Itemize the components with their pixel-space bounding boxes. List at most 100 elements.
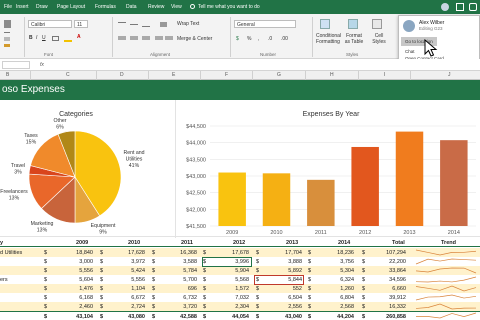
comma-style-button[interactable]: , [258,36,259,42]
column-header-h[interactable]: H [330,72,334,78]
bar-2014[interactable] [440,140,468,226]
tab-file[interactable]: File [4,4,12,10]
table-cell[interactable]: 3,588 [183,259,197,265]
table-cell[interactable]: 1,104 [131,286,145,292]
tab-data[interactable]: Data [126,4,137,10]
table-row[interactable]: d Utilities $18,840 $17,628 $16,368 $17,678 $… [0,248,480,257]
table-cell[interactable]: 5,556 [131,277,145,283]
table-cell[interactable]: 6,324 [340,277,354,283]
underline-button[interactable]: U [42,35,46,41]
copy-icon[interactable] [4,37,10,41]
table-cell[interactable]: 1,260 [340,286,354,292]
align-middle-icon[interactable] [130,24,138,25]
table-cell[interactable]: 5,784 [183,268,197,274]
italic-button[interactable]: I [36,35,37,41]
formula-bar[interactable]: fx [0,59,480,71]
table-cell[interactable]: 34,596 [389,277,406,283]
table-cell[interactable]: 17,628 [128,250,145,256]
column-header-j[interactable]: J [448,72,451,78]
table-cell[interactable]: 5,700 [183,277,197,283]
bold-button[interactable]: B [29,35,33,41]
table-cell[interactable]: 33,864 [389,268,406,274]
decrease-indent-icon[interactable] [155,36,163,40]
align-top-icon[interactable] [118,22,126,23]
table-row[interactable]: $2,460 $2,724 $3,720 $2,304 $2,556 $2,568 $16,… [0,302,480,311]
table-cell[interactable]: 6,672 [131,295,145,301]
fill-color-icon[interactable] [64,40,72,42]
table-cell[interactable]: 3,756 [340,259,354,265]
tab-review[interactable]: Review [148,4,164,10]
table-cell[interactable]: 5,424 [131,268,145,274]
table-cell[interactable]: 42,588 [180,314,197,320]
table-cell[interactable]: 44,054 [232,314,249,320]
table-cell[interactable]: 22,200 [389,259,406,265]
table-cell[interactable]: 2,724 [131,304,145,310]
decrease-decimal-button[interactable]: .00 [281,36,288,42]
cell-styles-button[interactable]: Cell Styles [368,33,390,45]
table-cell[interactable]: 3,888 [288,259,302,265]
table-total-row[interactable]: $43,104 $43,080 $42,588 $44,054 $43,040 $44,2… [0,311,480,320]
table-cell[interactable]: 43,080 [128,314,145,320]
align-right-icon[interactable] [142,36,150,40]
column-header-d[interactable]: D [120,72,124,78]
format-as-table-icon[interactable] [348,19,358,29]
align-bottom-icon[interactable] [142,26,150,27]
format-painter-icon[interactable] [4,44,10,47]
cell-styles-icon[interactable] [372,19,382,29]
table-cell[interactable]: 6,660 [392,286,406,292]
table-cell[interactable]: 17,704 [285,250,302,256]
user-avatar-icon[interactable] [441,3,449,11]
table-cell[interactable]: 1,476 [79,286,93,292]
table-cell[interactable]: 6,804 [340,295,354,301]
paste-icon[interactable] [4,20,11,28]
number-format-box[interactable]: General [234,20,296,28]
table-cell[interactable]: 5,556 [79,268,93,274]
table-row[interactable]: $1,476 $1,104 $696 $1,572 $552 $1,260 $6,660 [0,284,480,293]
table-cell[interactable]: 3,720 [183,304,197,310]
borders-icon[interactable] [52,36,59,41]
table-cell[interactable]: 5,304 [340,268,354,274]
conditional-formatting-icon[interactable] [320,19,330,29]
table-cell[interactable]: 43,104 [76,314,93,320]
table-cell[interactable]: 6,168 [79,295,93,301]
table-cell[interactable]: 6,504 [288,295,302,301]
wrap-text-button[interactable]: Wrap Text [177,21,199,27]
tab-insert[interactable]: Insert [16,4,29,10]
table-cell[interactable]: 18,840 [76,250,93,256]
table-row[interactable]: $6,168 $6,672 $6,732 $7,032 $6,504 $6,804 $39,… [0,293,480,302]
percent-style-button[interactable]: % [247,36,251,42]
comments-icon[interactable] [469,3,477,11]
format-as-table-button[interactable]: Format as Table [344,33,364,45]
table-cell[interactable]: 18,236 [337,250,354,256]
table-cell[interactable]: 3,972 [131,259,145,265]
table-cell[interactable]: 39,912 [389,295,406,301]
table-cell[interactable]: 7,032 [235,295,249,301]
tell-me-box[interactable]: Tell me what you want to do [190,4,260,10]
table-row[interactable]: $5,556 $5,424 $5,784 $5,904 $5,892 $5,304 $33,… [0,266,480,275]
orientation-icon[interactable] [160,22,167,27]
table-row[interactable]: ers $5,604 $5,556 $5,700 $5,568 $5,844 $6,324 $… [0,275,480,284]
font-color-button[interactable]: A [77,34,81,40]
font-size-box[interactable]: 11 [74,20,88,28]
table-cell[interactable]: 43,040 [285,314,302,320]
increase-indent-icon[interactable] [165,36,173,40]
table-cell[interactable]: 16,368 [180,250,197,256]
bar-2011[interactable] [307,179,335,226]
table-cell[interactable]: 17,678 [232,250,249,256]
chat-item[interactable]: Chat [405,49,415,54]
table-cell[interactable]: 5,892 [288,268,302,274]
table-cell[interactable]: 1,572 [235,286,249,292]
font-name-box[interactable]: Calibri [28,20,72,28]
fx-icon[interactable]: fx [40,62,44,68]
align-left-icon[interactable] [118,36,126,40]
table-cell[interactable]: 5,904 [235,268,249,274]
categories-pie-chart[interactable]: Categories Rent andUtilities41% Equipment… [0,100,175,236]
column-header-f[interactable]: F [225,72,228,78]
table-cell[interactable]: 107,294 [386,250,406,256]
column-header-g[interactable]: G [277,72,281,78]
conditional-formatting-button[interactable]: Conditional Formatting [316,33,341,45]
name-box[interactable] [2,61,30,69]
merge-center-button[interactable]: Merge & Center [177,36,212,42]
column-header-e[interactable]: E [172,72,175,78]
table-cell[interactable]: 6,732 [183,295,197,301]
